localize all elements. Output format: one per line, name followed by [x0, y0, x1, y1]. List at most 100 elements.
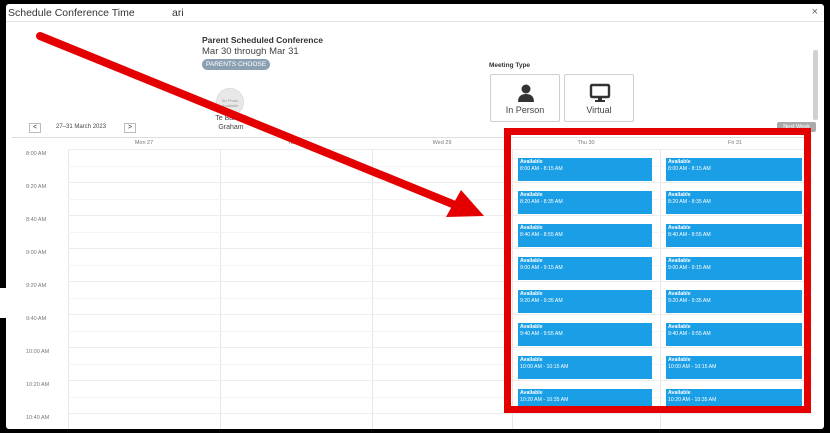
grid-line: [68, 215, 812, 216]
grid-line: [68, 248, 812, 249]
available-slot[interactable]: Available 8:40 AM - 8:55 AM: [666, 224, 802, 247]
prev-week-button[interactable]: <: [29, 123, 41, 133]
calendar-grid: Mon 27 Tue 28 Wed 29 Thu 30 Fri 31 8:00 AM 8:2…: [12, 137, 812, 429]
next-week-nav-button[interactable]: Next Week: [777, 122, 816, 132]
time-label: 10:40 AM: [26, 415, 50, 421]
slot-status: Available: [520, 159, 543, 165]
slot-time: 9:00 AM - 9:15 AM: [668, 265, 711, 271]
day-column: [220, 149, 372, 429]
grid-line: [68, 281, 812, 282]
schedule-modal: Schedule Conference Time ari × Parent Sc…: [6, 4, 824, 429]
slot-time: 8:40 AM - 8:55 AM: [520, 232, 563, 238]
slot-status: Available: [668, 291, 691, 297]
day-header: Wed 29: [432, 140, 452, 146]
slot-time: 8:20 AM - 8:35 AM: [520, 199, 563, 205]
slot-status: Available: [668, 258, 691, 264]
close-icon[interactable]: ×: [812, 6, 818, 18]
slot-time: 10:00 AM - 10:15 AM: [668, 364, 717, 370]
slot-time: 8:00 AM - 8:15 AM: [668, 166, 711, 172]
next-week-button[interactable]: >: [124, 123, 136, 133]
student-name: ari: [172, 7, 184, 19]
time-label: 9:20 AM: [26, 283, 47, 289]
slot-status: Available: [520, 324, 543, 330]
scrollbar[interactable]: [813, 50, 818, 120]
slot-status: Available: [520, 357, 543, 363]
available-slot[interactable]: Available 9:00 AM - 9:15 AM: [518, 257, 652, 280]
slot-status: Available: [668, 324, 691, 330]
available-slot[interactable]: Available 8:40 AM - 8:55 AM: [518, 224, 652, 247]
slot-time: 9:00 AM - 9:15 AM: [520, 265, 563, 271]
slot-time: 8:40 AM - 8:55 AM: [668, 232, 711, 238]
slot-status: Available: [668, 357, 691, 363]
available-slot[interactable]: Available 8:20 AM - 8:35 AM: [666, 191, 802, 214]
in-person-label: In Person: [505, 105, 545, 115]
monitor-icon: [589, 83, 611, 102]
day-column: [68, 149, 220, 429]
grid-line: [68, 413, 812, 414]
available-slot[interactable]: Available 10:00 AM - 10:15 AM: [518, 356, 652, 379]
grid-line: [68, 182, 812, 183]
grid-line: [68, 347, 812, 348]
meeting-type-label: Meeting Type: [489, 62, 531, 69]
available-slot[interactable]: Available 10:20 AM - 10:35 AM: [666, 389, 802, 412]
avatar-placeholder-text: No Photo Available: [221, 98, 239, 108]
available-slot[interactable]: Available 9:40 AM - 9:55 AM: [666, 323, 802, 346]
day-header: Tue 28: [287, 140, 305, 146]
conference-date-range: Mar 30 through Mar 31: [202, 46, 299, 57]
grid-line: [68, 380, 812, 381]
modal-titlebar: Schedule Conference Time ari ×: [6, 4, 824, 22]
slot-time: 9:40 AM - 9:55 AM: [520, 331, 563, 337]
available-slot[interactable]: Available 8:20 AM - 8:35 AM: [518, 191, 652, 214]
day-header: Mon 27: [134, 140, 154, 146]
slot-status: Available: [520, 225, 543, 231]
conference-header: Parent Scheduled Conference Mar 30 throu…: [6, 22, 824, 131]
virtual-button[interactable]: Virtual: [564, 74, 634, 122]
slot-time: 9:20 AM - 9:35 AM: [520, 298, 563, 304]
slot-time: 10:20 AM - 10:35 AM: [668, 397, 717, 403]
slot-time: 9:40 AM - 9:55 AM: [668, 331, 711, 337]
time-label: 10:00 AM: [26, 349, 50, 355]
week-range-label: 27–31 March 2023: [56, 124, 107, 130]
modal-title: Schedule Conference Time: [8, 7, 135, 19]
day-header: Thu 30: [577, 140, 595, 146]
grid-line: [68, 314, 812, 315]
slot-status: Available: [520, 258, 543, 264]
available-slot[interactable]: Available 9:20 AM - 9:35 AM: [518, 290, 652, 313]
slot-status: Available: [520, 291, 543, 297]
conference-title: Parent Scheduled Conference: [202, 35, 323, 45]
slot-status: Available: [668, 192, 691, 198]
slot-time: 10:20 AM - 10:35 AM: [520, 397, 569, 403]
day-column: [372, 149, 512, 429]
slot-time: 8:00 AM - 8:15 AM: [520, 166, 563, 172]
time-label: 9:00 AM: [26, 250, 47, 256]
available-slot[interactable]: Available 8:00 AM - 8:15 AM: [666, 158, 802, 181]
available-slot[interactable]: Available 9:40 AM - 9:55 AM: [518, 323, 652, 346]
available-slot[interactable]: Available 9:20 AM - 9:35 AM: [666, 290, 802, 313]
screenshot-frame: Schedule Conference Time ari × Parent Sc…: [0, 0, 830, 433]
available-slot[interactable]: Available 10:00 AM - 10:15 AM: [666, 356, 802, 379]
slot-status: Available: [668, 390, 691, 396]
time-label: 10:20 AM: [26, 382, 50, 388]
avatar: No Photo Available: [216, 88, 244, 116]
time-label: 9:40 AM: [26, 316, 47, 322]
slot-status: Available: [668, 225, 691, 231]
grid-line: [68, 149, 812, 150]
slot-status: Available: [520, 192, 543, 198]
available-slot[interactable]: Available 9:00 AM - 9:15 AM: [666, 257, 802, 280]
time-label: 8:20 AM: [26, 184, 47, 190]
slot-status: Available: [520, 390, 543, 396]
slot-status: Available: [668, 159, 691, 165]
calendar-toolbar: < 27–31 March 2023 > Next Week: [6, 122, 824, 136]
slot-time: 8:20 AM - 8:35 AM: [668, 199, 711, 205]
person-icon: [518, 84, 534, 102]
available-slot[interactable]: Available 10:20 AM - 10:35 AM: [518, 389, 652, 412]
slot-time: 9:20 AM - 9:35 AM: [668, 298, 711, 304]
day-header: Fri 31: [727, 140, 743, 146]
available-slot[interactable]: Available 8:00 AM - 8:15 AM: [518, 158, 652, 181]
time-label: 8:40 AM: [26, 217, 47, 223]
in-person-button[interactable]: In Person: [490, 74, 560, 122]
status-badge: PARENTS CHOOSE: [202, 59, 271, 70]
slot-time: 10:00 AM - 10:15 AM: [520, 364, 569, 370]
left-edge-strip: [0, 288, 6, 318]
time-label: 8:00 AM: [26, 151, 47, 157]
